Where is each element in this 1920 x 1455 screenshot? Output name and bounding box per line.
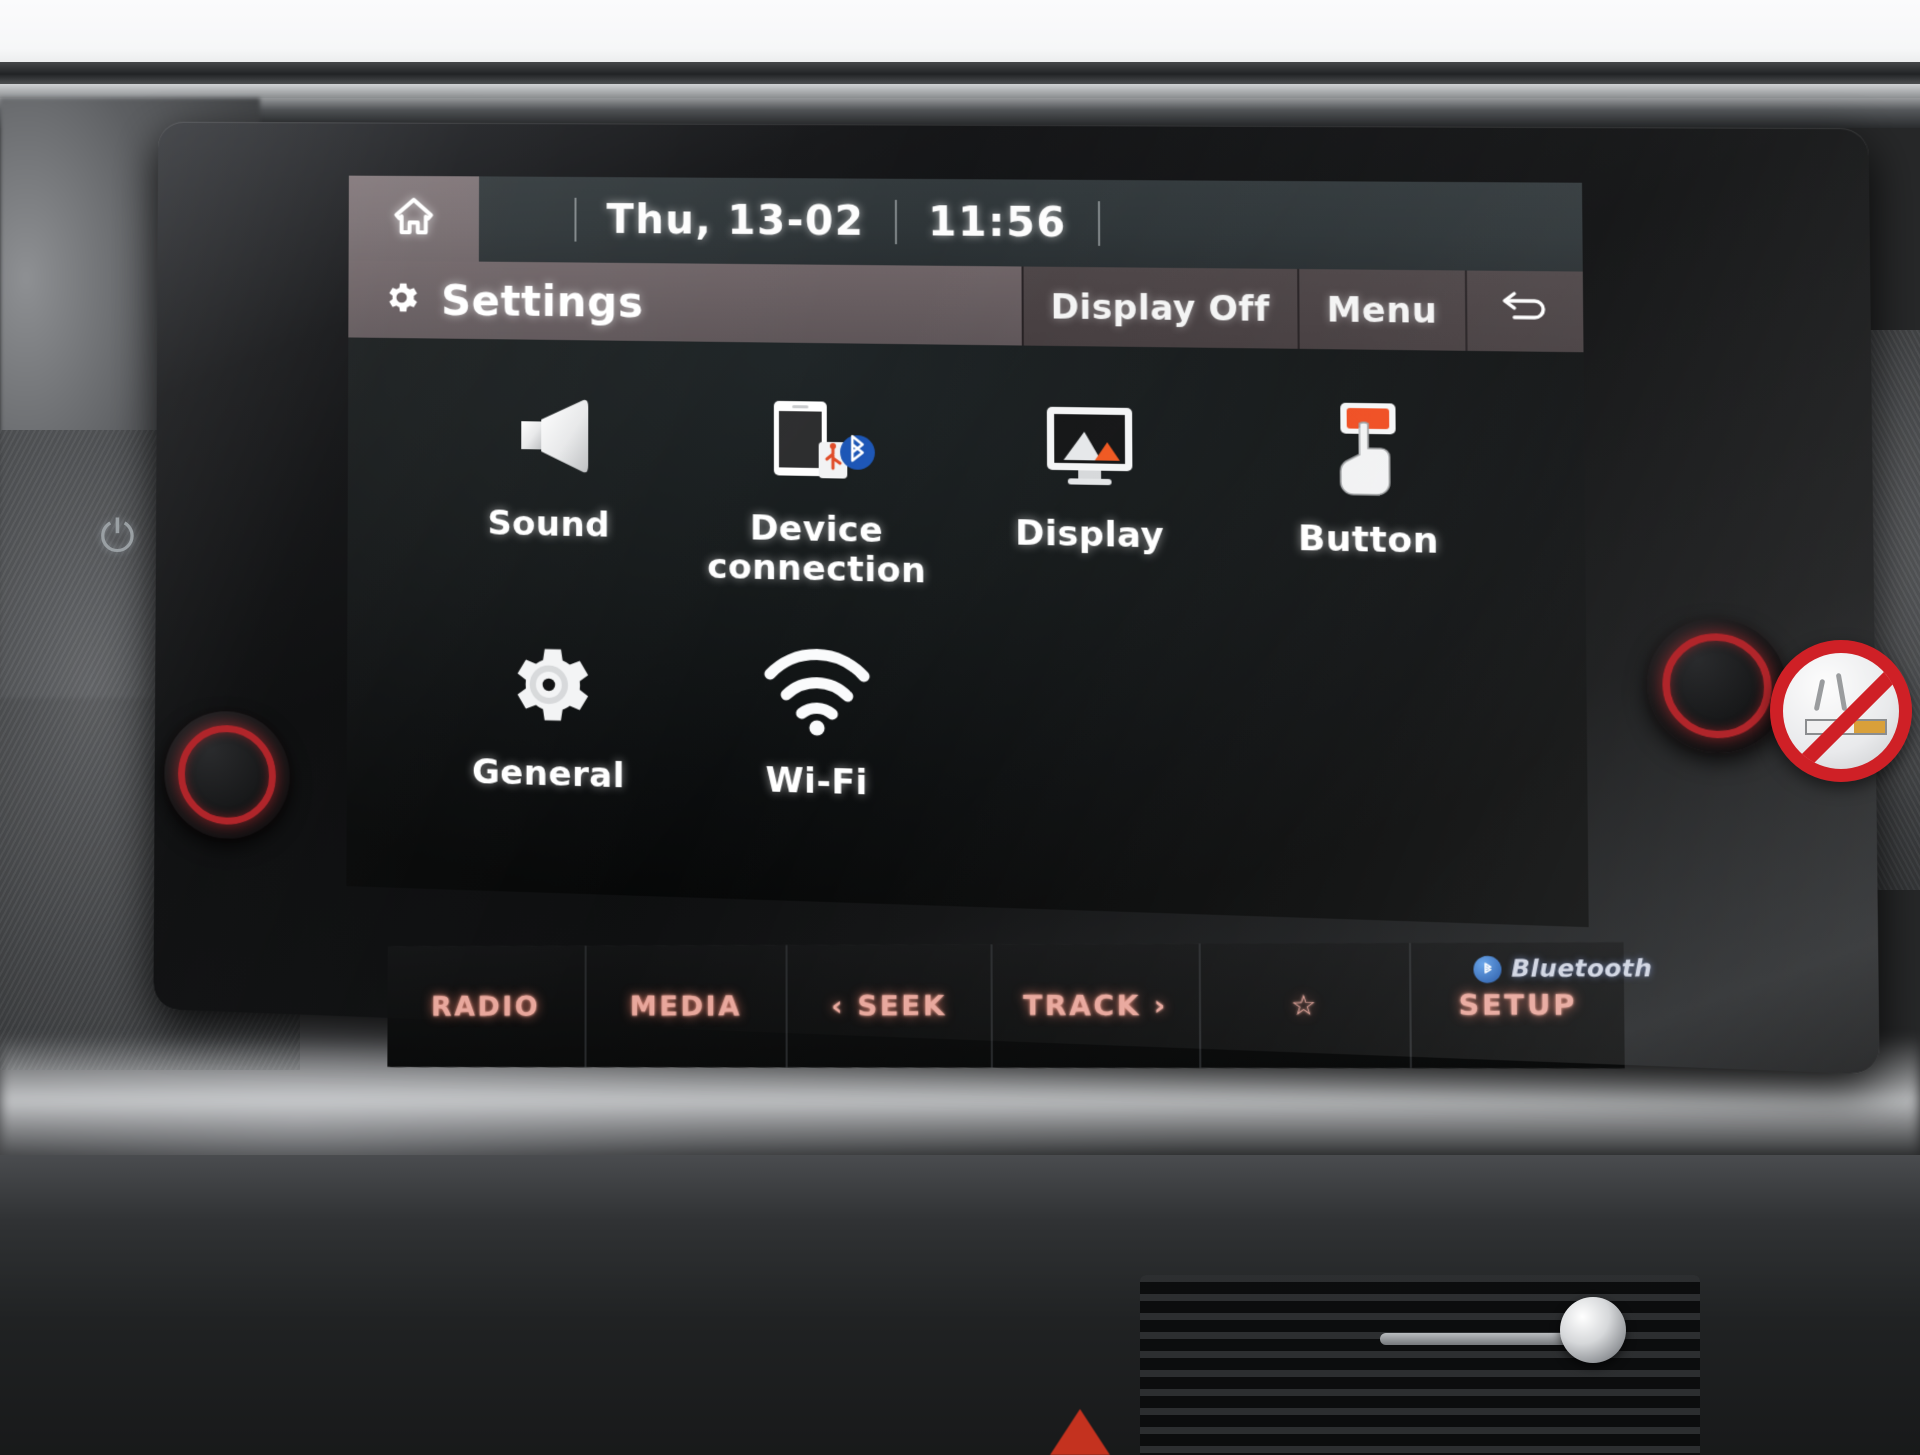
home-button[interactable] [348, 175, 480, 262]
page-title: Settings [441, 275, 644, 327]
status-time: 11:56 [927, 199, 1067, 247]
menu-label-device-line1: Device [749, 508, 884, 552]
menu-label-button: Button [1297, 518, 1440, 563]
menu-item-wifi[interactable]: Wi-Fi [682, 587, 953, 806]
air-vent [1140, 1275, 1700, 1455]
radio-button[interactable]: RADIO [387, 945, 587, 1068]
power-symbol-icon: ⏻ [100, 512, 135, 561]
media-button[interactable]: MEDIA [586, 945, 789, 1068]
hand-press-button-icon [1312, 390, 1423, 507]
bluetooth-icon [1473, 955, 1502, 984]
title-bar-actions: Display Off Menu [1021, 266, 1584, 353]
favorite-star-button[interactable]: ☆ [1200, 942, 1413, 1068]
settings-menu-grid: Sound Device connection Display Button G… [346, 337, 1588, 927]
windshield-trim-lower [0, 84, 1920, 98]
status-divider-right [1097, 201, 1100, 246]
settings-row-2: General Wi-Fi [416, 582, 1512, 823]
no-smoking-decal [1770, 640, 1912, 782]
gear-icon [382, 277, 422, 322]
bluetooth-logo: Bluetooth [1473, 955, 1653, 984]
speaker-icon [497, 379, 601, 492]
menu-item-button[interactable]: Button [1227, 375, 1510, 605]
seek-button[interactable]: ‹ SEEK [787, 944, 993, 1068]
menu-label-wifi: Wi-Fi [765, 759, 868, 804]
windshield-trim [0, 62, 1920, 84]
menu-label-general: General [471, 751, 625, 797]
menu-label-sound: Sound [487, 503, 611, 546]
menu-item-device-connection[interactable]: Device connection [682, 367, 953, 592]
status-bar: Thu, 13-02 11:56 [348, 175, 1583, 272]
title-group: Settings [348, 275, 644, 327]
infotainment-head-unit: Thu, 13-02 11:56 Settings Display Off Me… [153, 121, 1880, 1234]
status-datetime: Thu, 13-02 11:56 [574, 197, 1100, 247]
menu-item-display[interactable]: Display [952, 371, 1229, 599]
menu-item-general[interactable]: General [416, 582, 682, 799]
bluetooth-label: Bluetooth [1511, 955, 1653, 983]
vent-slider-rail[interactable] [1380, 1333, 1570, 1345]
menu-label-display: Display [1015, 513, 1165, 557]
track-button[interactable]: TRACK › [992, 943, 1202, 1068]
menu-empty-slot-1 [952, 593, 1229, 814]
hazard-triangle-icon [1050, 1409, 1110, 1455]
menu-button[interactable]: Menu [1296, 268, 1466, 351]
infotainment-screen[interactable]: Thu, 13-02 11:56 Settings Display Off Me… [346, 175, 1589, 928]
home-icon [391, 193, 437, 244]
menu-label-device-line2: connection [707, 547, 927, 592]
vent-control-knob[interactable] [1560, 1297, 1626, 1363]
settings-row-1: Sound Device connection Display Button [417, 364, 1511, 605]
monitor-picture-icon [1032, 386, 1147, 502]
smoke-wisp-1 [1813, 678, 1826, 712]
wifi-icon [759, 633, 874, 749]
status-date: Thu, 13-02 [606, 197, 865, 245]
title-bar: Settings Display Off Menu [348, 260, 1584, 353]
menu-empty-slot-2 [1228, 599, 1512, 823]
display-off-button[interactable]: Display Off [1021, 266, 1298, 349]
back-button[interactable] [1464, 270, 1584, 353]
menu-item-sound[interactable]: Sound [417, 364, 682, 587]
gear-icon [496, 627, 600, 742]
back-arrow-icon [1499, 289, 1551, 333]
smoke-wisp-2 [1835, 672, 1848, 712]
hardware-button-strip: RADIO MEDIA ‹ SEEK TRACK › ☆ SETUP [387, 942, 1625, 1069]
menu-label-device-connection: Device connection [707, 508, 926, 592]
phone-bluetooth-usb-icon [755, 383, 877, 498]
